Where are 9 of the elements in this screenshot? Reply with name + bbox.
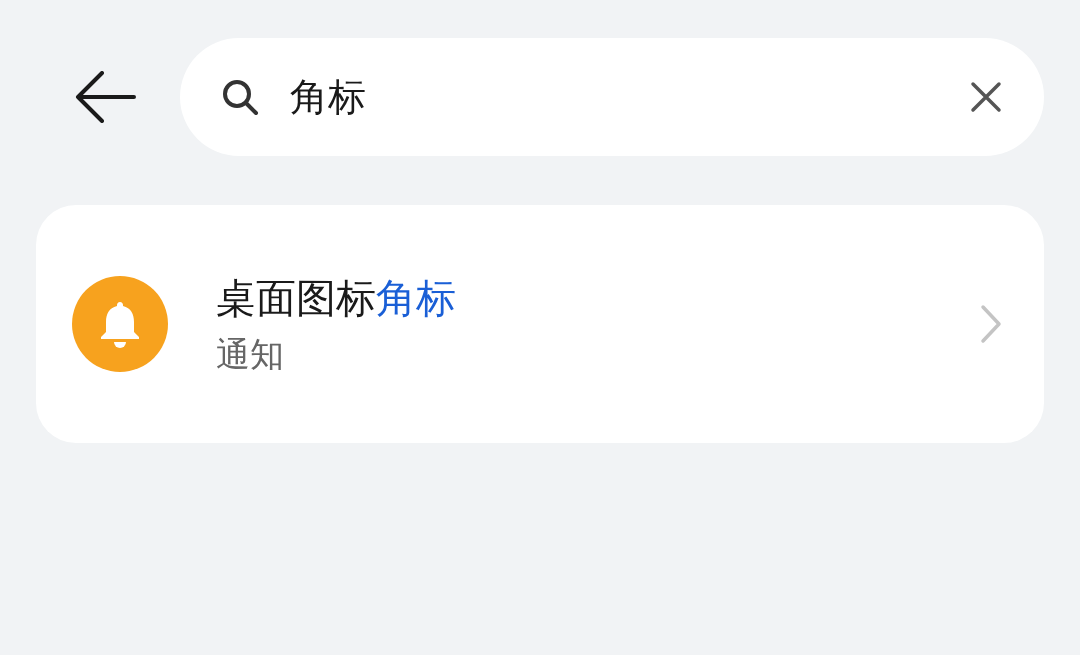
- result-subtitle: 通知: [216, 334, 285, 374]
- search-icon: [220, 77, 260, 117]
- search-field[interactable]: 角标: [180, 38, 1044, 156]
- close-icon[interactable]: [970, 81, 1002, 113]
- back-arrow-icon: [74, 71, 136, 123]
- result-card[interactable]: 桌面图标角标 通知: [36, 205, 1044, 443]
- chevron-right-icon: [980, 304, 1002, 344]
- search-input[interactable]: 角标: [290, 68, 970, 126]
- result-title: 桌面图标角标: [216, 275, 457, 322]
